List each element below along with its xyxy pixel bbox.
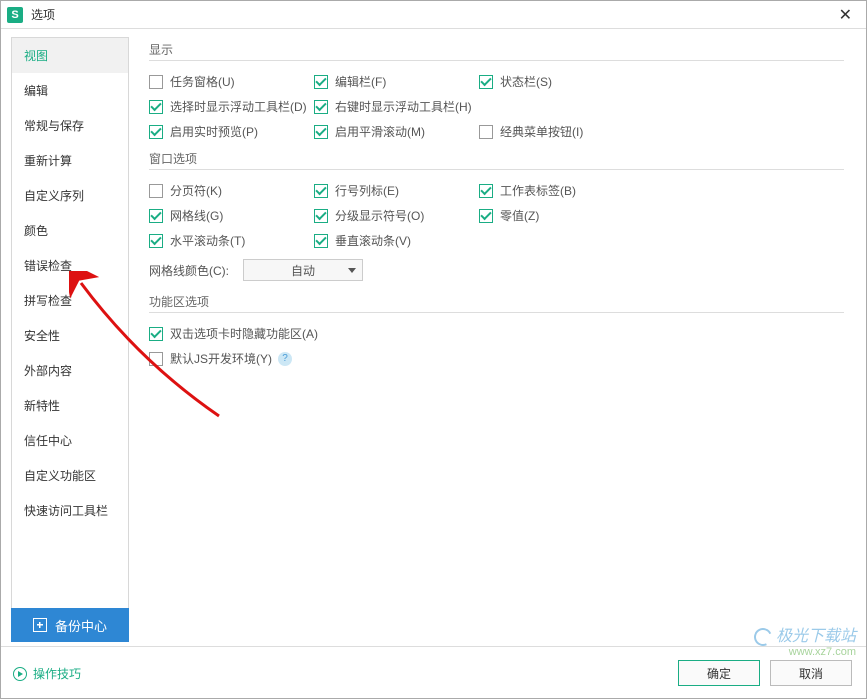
sidebar-item[interactable]: 颜色 — [12, 213, 128, 248]
checkbox-option[interactable]: 行号列标(E) — [314, 178, 479, 203]
sidebar-item[interactable]: 重新计算 — [12, 143, 128, 178]
checkbox-option[interactable]: 默认JS开发环境(Y)? — [149, 346, 844, 371]
checkbox-label: 状态栏(S) — [500, 73, 552, 90]
checkbox-label: 默认JS开发环境(Y) — [170, 350, 272, 367]
backup-label: 备份中心 — [55, 616, 107, 635]
sidebar-item[interactable]: 常规与保存 — [12, 108, 128, 143]
checkbox-icon — [314, 125, 328, 139]
checkbox-label: 选择时显示浮动工具栏(D) — [170, 98, 307, 115]
section-ribbon: 功能区选项 双击选项卡时隐藏功能区(A) 默认JS开发环境(Y)? — [149, 293, 844, 371]
checkbox-label: 双击选项卡时隐藏功能区(A) — [170, 325, 318, 342]
play-icon — [13, 667, 27, 681]
checkbox-option[interactable]: 零值(Z) — [479, 203, 639, 228]
checkbox-label: 经典菜单按钮(I) — [500, 123, 583, 140]
checkbox-option[interactable]: 工作表标签(B) — [479, 178, 639, 203]
gridcolor-label: 网格线颜色(C): — [149, 262, 229, 279]
sidebar-item[interactable]: 外部内容 — [12, 353, 128, 388]
checkbox-icon — [149, 352, 163, 366]
sidebar-item[interactable]: 拼写检查 — [12, 283, 128, 318]
checkbox-option[interactable]: 双击选项卡时隐藏功能区(A) — [149, 321, 844, 346]
sidebar-item[interactable]: 信任中心 — [12, 423, 128, 458]
section-window-title: 窗口选项 — [149, 150, 844, 169]
sidebar-item[interactable]: 自定义序列 — [12, 178, 128, 213]
checkbox-label: 垂直滚动条(V) — [335, 232, 411, 249]
checkbox-icon — [314, 100, 328, 114]
checkbox-option[interactable]: 水平滚动条(T) — [149, 228, 314, 253]
checkbox-icon — [149, 125, 163, 139]
checkbox-option[interactable]: 选择时显示浮动工具栏(D) — [149, 94, 314, 119]
app-icon: S — [7, 7, 23, 23]
checkbox-option[interactable]: 右键时显示浮动工具栏(H) — [314, 94, 479, 119]
checkbox-label: 启用实时预览(P) — [170, 123, 258, 140]
sidebar-item[interactable]: 错误检查 — [12, 248, 128, 283]
gridcolor-row: 网格线颜色(C): 自动 — [149, 253, 844, 287]
checkbox-icon — [479, 184, 493, 198]
checkbox-label: 零值(Z) — [500, 207, 539, 224]
sidebar: 视图编辑常规与保存重新计算自定义序列颜色错误检查拼写检查安全性外部内容新特性信任… — [11, 37, 129, 639]
checkbox-option[interactable]: 启用平滑滚动(M) — [314, 119, 479, 144]
content-pane: 显示 任务窗格(U) 编辑栏(F) 状态栏(S) 选择时显示浮动工具栏(D) 右键时显示… — [129, 37, 856, 639]
checkbox-option[interactable]: 分页符(K) — [149, 178, 314, 203]
section-display-title: 显示 — [149, 41, 844, 60]
checkbox-option[interactable]: 状态栏(S) — [479, 69, 639, 94]
checkbox-icon — [149, 209, 163, 223]
checkbox-icon — [149, 184, 163, 198]
checkbox-label: 分页符(K) — [170, 182, 222, 199]
checkbox-icon — [149, 327, 163, 341]
checkbox-label: 分级显示符号(O) — [335, 207, 424, 224]
help-icon[interactable]: ? — [278, 352, 292, 366]
gridcolor-value: 自动 — [250, 262, 356, 279]
titlebar: S 选项 ✕ — [1, 1, 866, 29]
close-icon[interactable]: ✕ — [831, 3, 860, 27]
checkbox-option[interactable]: 启用实时预览(P) — [149, 119, 314, 144]
backup-icon — [33, 618, 47, 632]
checkbox-label: 工作表标签(B) — [500, 182, 576, 199]
checkbox-icon — [149, 234, 163, 248]
checkbox-option[interactable]: 编辑栏(F) — [314, 69, 479, 94]
window-title: 选项 — [31, 6, 55, 23]
sidebar-item[interactable]: 快速访问工具栏 — [12, 493, 128, 528]
checkbox-option[interactable]: 任务窗格(U) — [149, 69, 314, 94]
checkbox-label: 启用平滑滚动(M) — [335, 123, 425, 140]
section-window: 窗口选项 分页符(K) 行号列标(E) 工作表标签(B) 网格线(G) 分级显示符号(O… — [149, 150, 844, 287]
tips-label: 操作技巧 — [33, 665, 81, 682]
section-display: 显示 任务窗格(U) 编辑栏(F) 状态栏(S) 选择时显示浮动工具栏(D) 右键时显示… — [149, 41, 844, 144]
checkbox-icon — [314, 234, 328, 248]
checkbox-option[interactable]: 分级显示符号(O) — [314, 203, 479, 228]
sidebar-item[interactable]: 视图 — [12, 38, 128, 73]
ok-button[interactable]: 确定 — [678, 660, 760, 686]
checkbox-icon — [149, 75, 163, 89]
sidebar-item[interactable]: 编辑 — [12, 73, 128, 108]
checkbox-icon — [479, 75, 493, 89]
checkbox-icon — [314, 75, 328, 89]
sidebar-item[interactable]: 安全性 — [12, 318, 128, 353]
checkbox-label: 右键时显示浮动工具栏(H) — [335, 98, 472, 115]
checkbox-option[interactable]: 网格线(G) — [149, 203, 314, 228]
checkbox-icon — [314, 184, 328, 198]
checkbox-label: 行号列标(E) — [335, 182, 399, 199]
checkbox-label: 网格线(G) — [170, 207, 223, 224]
checkbox-icon — [149, 100, 163, 114]
footer: 操作技巧 确定 取消 — [1, 646, 866, 698]
checkbox-label: 水平滚动条(T) — [170, 232, 245, 249]
checkbox-icon — [479, 209, 493, 223]
checkbox-label: 编辑栏(F) — [335, 73, 386, 90]
gridcolor-dropdown[interactable]: 自动 — [243, 259, 363, 281]
cancel-button[interactable]: 取消 — [770, 660, 852, 686]
checkbox-option[interactable]: 经典菜单按钮(I) — [479, 119, 639, 144]
checkbox-icon — [479, 125, 493, 139]
checkbox-icon — [314, 209, 328, 223]
tips-link[interactable]: 操作技巧 — [13, 665, 81, 682]
chevron-down-icon — [348, 268, 356, 273]
section-ribbon-title: 功能区选项 — [149, 293, 844, 312]
backup-center-button[interactable]: 备份中心 — [11, 608, 129, 642]
sidebar-item[interactable]: 自定义功能区 — [12, 458, 128, 493]
sidebar-item[interactable]: 新特性 — [12, 388, 128, 423]
checkbox-option[interactable]: 垂直滚动条(V) — [314, 228, 479, 253]
checkbox-label: 任务窗格(U) — [170, 73, 235, 90]
